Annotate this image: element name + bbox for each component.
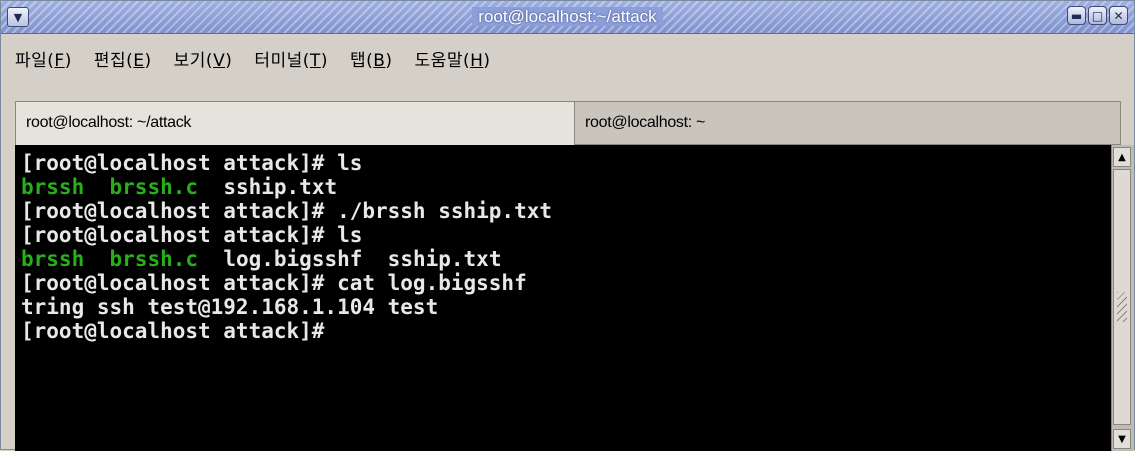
- menu-item-label: 편집(: [93, 50, 134, 71]
- maximize-icon: □: [1091, 8, 1104, 23]
- menu-item[interactable]: 파일(F): [15, 46, 72, 71]
- terminal-line: [root@localhost attack]#: [21, 319, 1091, 343]
- menu-item[interactable]: 보기(V): [174, 46, 233, 71]
- tab-bar: root@localhost: ~/attack root@localhost:…: [1, 101, 1134, 145]
- tab-label: root@localhost: ~/attack: [26, 114, 192, 131]
- vertical-scrollbar[interactable]: ▲ ▼: [1111, 145, 1134, 451]
- grip-icon: [1117, 292, 1127, 322]
- window-title: root@localhost:~/attack: [1, 7, 1134, 27]
- menu-item-mnemonic: B: [373, 50, 386, 71]
- tab-home[interactable]: root@localhost: ~: [575, 101, 1121, 145]
- menu-item-label: 탭(: [349, 50, 374, 71]
- terminal-line: brssh brssh.c sship.txt: [21, 175, 1091, 199]
- terminal-text: [root@localhost attack]# ls: [21, 223, 363, 247]
- terminal-text: tring ssh test@192.168.1.104 test: [21, 295, 439, 319]
- menu-item-label-end: ): [144, 50, 152, 71]
- scroll-up-button[interactable]: ▲: [1113, 147, 1131, 167]
- menu-item-mnemonic: F: [54, 50, 65, 71]
- menu-item-label: 파일(: [15, 50, 55, 71]
- executable-file-name: brssh.c: [109, 247, 199, 271]
- menu-item-mnemonic: E: [133, 50, 145, 71]
- menu-item[interactable]: 터미널(T): [254, 46, 328, 71]
- terminal-line: [root@localhost attack]# ls: [21, 223, 1091, 247]
- menu-item-label-end: ): [225, 50, 233, 71]
- executable-file-name: brssh: [21, 247, 85, 271]
- menu-item[interactable]: 도움말(H): [415, 46, 491, 71]
- minimize-button[interactable]: ▬: [1067, 6, 1086, 25]
- terminal-text: [root@localhost attack]# ls: [21, 151, 363, 175]
- terminal-text: [root@localhost attack]#: [21, 319, 325, 343]
- menu-item-label: 터미널(: [254, 50, 310, 71]
- menu-item-label-end: ): [483, 50, 491, 71]
- minimize-icon: ▬: [1070, 8, 1083, 23]
- tab-attack[interactable]: root@localhost: ~/attack: [15, 101, 575, 145]
- terminal-line: [root@localhost attack]# ./brssh sship.t…: [21, 199, 1091, 223]
- scrollbar-thumb[interactable]: [1113, 169, 1131, 425]
- menu-item[interactable]: 탭(B): [350, 46, 393, 71]
- scroll-down-button[interactable]: ▼: [1113, 429, 1131, 449]
- menu-item-mnemonic: H: [470, 50, 484, 71]
- terminal-line: [root@localhost attack]# cat log.bigsshf: [21, 271, 1091, 295]
- executable-file-name: brssh.c: [109, 175, 199, 199]
- terminal-line: tring ssh test@192.168.1.104 test: [21, 295, 1091, 319]
- close-icon: ✕: [1113, 8, 1124, 23]
- terminal-line: brssh brssh.c log.bigsshf sship.txt: [21, 247, 1091, 271]
- menu-item-mnemonic: T: [309, 50, 321, 71]
- menu-item-label-end: ): [64, 50, 72, 71]
- terminal-output[interactable]: [root@localhost attack]# ls brssh brssh.c…: [21, 151, 1091, 343]
- executable-file-name: brssh: [21, 175, 85, 199]
- window-controls: ▬ □ ✕: [1067, 6, 1128, 25]
- title-bar[interactable]: ▼ root@localhost:~/attack ▬ □ ✕: [1, 1, 1134, 34]
- menu-item[interactable]: 편집(E): [94, 46, 152, 71]
- menu-item-mnemonic: V: [213, 50, 226, 71]
- arrow-up-icon: ▲: [1118, 151, 1126, 163]
- terminal-text: [root@localhost attack]# ./brssh sship.t…: [21, 199, 553, 223]
- maximize-button[interactable]: □: [1088, 6, 1107, 25]
- terminal-window: ▼ root@localhost:~/attack ▬ □ ✕ 파일(F) 편집(…: [0, 0, 1135, 451]
- terminal-text: [root@localhost attack]# cat log.bigsshf: [21, 271, 527, 295]
- terminal-text: log.bigsshf sship.txt: [198, 247, 502, 271]
- terminal-area[interactable]: [root@localhost attack]# ls brssh brssh.c…: [15, 145, 1134, 451]
- terminal-line: [root@localhost attack]# ls: [21, 151, 1091, 175]
- menu-item-label: 도움말(: [414, 50, 471, 71]
- menu-item-label-end: ): [320, 50, 328, 71]
- close-button[interactable]: ✕: [1109, 6, 1128, 25]
- terminal-text: sship.txt: [198, 175, 338, 199]
- tab-label: root@localhost: ~: [585, 114, 706, 131]
- menu-item-label-end: ): [385, 50, 393, 71]
- menu-bar: 파일(F) 편집(E) 보기(V) 터미널(T) 탭(B) 도움말(H): [1, 34, 1134, 82]
- arrow-down-icon: ▼: [1118, 433, 1126, 445]
- menu-item-label: 보기(: [173, 50, 214, 71]
